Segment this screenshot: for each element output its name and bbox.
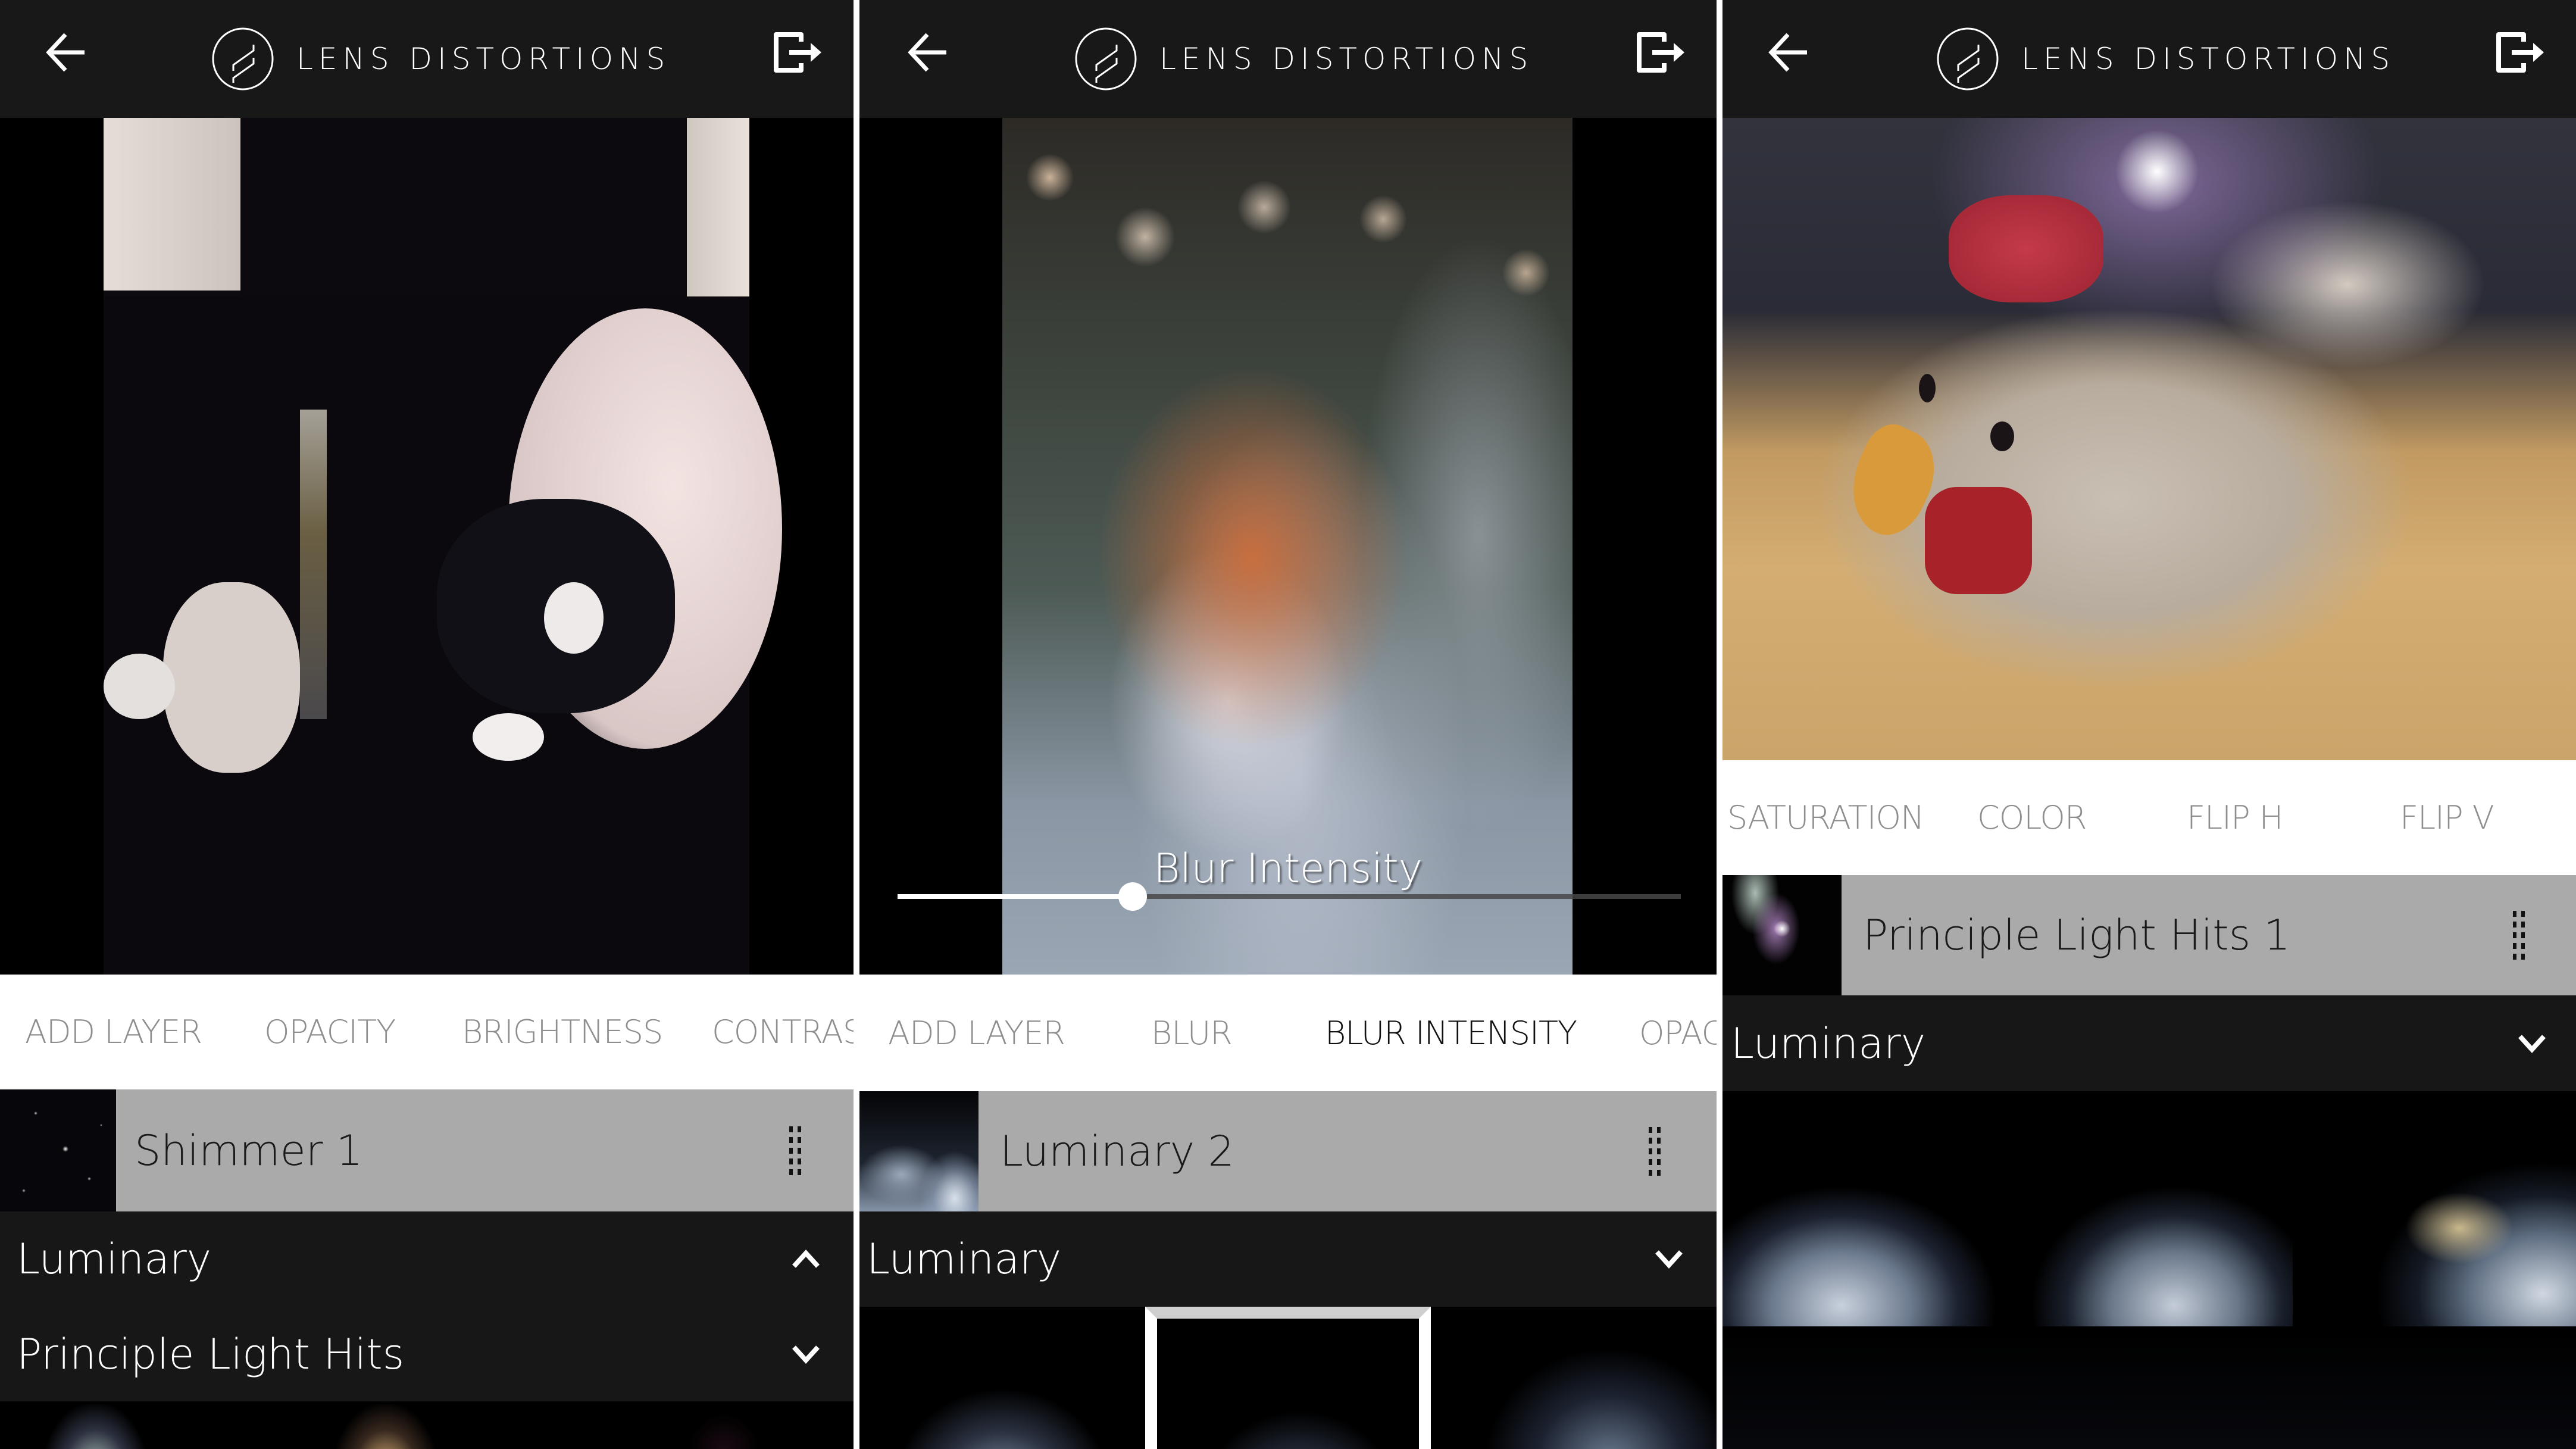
lens-distortions-logo-icon: [1936, 27, 2000, 91]
photo-canvas[interactable]: Blur Intensity: [859, 118, 1717, 975]
layer-name: Luminary 2: [1000, 1127, 1235, 1176]
app-header: LENS DISTORTIONS: [1722, 0, 2576, 118]
adjustment-tabs: SATURATION COLOR FLIP H FLIP V: [1722, 760, 2576, 875]
category-label: Principle Light Hits: [17, 1329, 405, 1379]
tab-add-layer[interactable]: ADD LAYER: [25, 975, 202, 1089]
edited-photo: [1722, 118, 2576, 760]
layer-thumbnail: [859, 1091, 978, 1211]
export-icon[interactable]: [2493, 29, 2546, 76]
back-arrow-icon[interactable]: [904, 29, 951, 76]
tab-opacity[interactable]: OPACITY: [264, 975, 396, 1089]
chevron-up-icon: [790, 1247, 821, 1271]
photo-canvas[interactable]: [0, 118, 854, 975]
effect-thumbnails: [1722, 1091, 2576, 1449]
tab-contrast[interactable]: CONTRAST: [712, 975, 854, 1089]
effect-thumbnail[interactable]: [1722, 1091, 2008, 1326]
blur-intensity-slider[interactable]: [898, 882, 1681, 911]
layer-thumbnail: [0, 1089, 116, 1211]
lens-distortions-logo-icon: [211, 27, 275, 91]
adjustment-tabs: ADD LAYER OPACITY BRIGHTNESS CONTRAST: [0, 975, 854, 1089]
adjustment-tabs: ADD LAYER BLUR BLUR INTENSITY OPACITY: [859, 975, 1717, 1091]
panel-divider: [1717, 0, 1722, 1449]
category-luminary[interactable]: Luminary: [1722, 995, 2576, 1091]
slider-fill: [898, 894, 1133, 899]
tab-brightness[interactable]: BRIGHTNESS: [462, 975, 663, 1089]
effect-thumbnail-row[interactable]: [1722, 1326, 2576, 1449]
slider-label: Blur Intensity: [1153, 845, 1423, 892]
category-label: Luminary: [867, 1235, 1062, 1284]
category-label: Luminary: [17, 1235, 212, 1284]
category-luminary[interactable]: Luminary: [0, 1211, 854, 1307]
app-title: LENS DISTORTIONS: [296, 42, 671, 76]
tab-blur-intensity[interactable]: BLUR INTENSITY: [1325, 975, 1577, 1091]
export-icon[interactable]: [1633, 29, 1687, 76]
back-arrow-icon[interactable]: [42, 29, 89, 76]
category-label: Luminary: [1731, 1019, 1926, 1068]
effect-thumbnail[interactable]: [285, 1401, 569, 1449]
tab-blur[interactable]: BLUR: [1151, 975, 1233, 1091]
layer-row[interactable]: Principle Light Hits 1: [1722, 875, 2576, 995]
tab-saturation[interactable]: SATURATION: [1727, 760, 1924, 875]
tab-add-layer[interactable]: ADD LAYER: [888, 975, 1065, 1091]
layer-name: Shimmer 1: [135, 1126, 363, 1175]
layer-name: Principle Light Hits 1: [1863, 911, 2291, 960]
drag-handle-icon[interactable]: [787, 1125, 805, 1176]
effect-thumbnail[interactable]: [0, 1401, 285, 1449]
layer-row[interactable]: Shimmer 1: [0, 1089, 854, 1211]
app-header: LENS DISTORTIONS: [0, 0, 854, 118]
drag-handle-icon[interactable]: [1646, 1126, 1664, 1177]
effect-thumbnail[interactable]: [569, 1401, 854, 1449]
screen-panel-1: LENS DISTORTIONS ADD LAYER OPACITY BRIGH…: [0, 0, 854, 1449]
screen-panel-3: LENS DISTORTIONS SATURATION COLOR FLIP H…: [1722, 0, 2576, 1449]
export-icon[interactable]: [770, 29, 824, 76]
lens-distortions-logo-icon: [1074, 27, 1138, 91]
drag-handle-icon[interactable]: [2511, 910, 2528, 961]
tab-opacity[interactable]: OPACITY: [1639, 975, 1717, 1091]
effect-thumbnail[interactable]: [859, 1307, 1145, 1449]
app-header: LENS DISTORTIONS: [859, 0, 1717, 118]
app-brand: LENS DISTORTIONS: [211, 0, 670, 118]
effect-thumbnail[interactable]: [2008, 1091, 2293, 1326]
category-principle-light-hits[interactable]: Principle Light Hits: [0, 1307, 854, 1401]
back-arrow-icon[interactable]: [1764, 29, 1812, 76]
app-title: LENS DISTORTIONS: [2021, 42, 2396, 76]
photo-canvas[interactable]: [1722, 118, 2576, 760]
effect-thumbnail-selected[interactable]: [1145, 1307, 1431, 1449]
app-title: LENS DISTORTIONS: [1159, 42, 1534, 76]
tab-flip-v[interactable]: FLIP V: [2400, 760, 2494, 875]
slider-handle[interactable]: [1118, 882, 1147, 911]
tab-flip-h[interactable]: FLIP H: [2187, 760, 2283, 875]
effect-thumbnails: [0, 1401, 854, 1449]
chevron-down-icon: [1653, 1247, 1684, 1271]
effect-thumbnail[interactable]: [2293, 1091, 2576, 1326]
effect-thumbnails: [859, 1307, 1717, 1449]
tab-color[interactable]: COLOR: [1977, 760, 2087, 875]
panel-divider: [854, 0, 859, 1449]
effect-thumbnail[interactable]: [1431, 1307, 1717, 1449]
layer-thumbnail: [1722, 875, 1842, 995]
chevron-down-icon: [2516, 1032, 2547, 1055]
category-luminary[interactable]: Luminary: [859, 1211, 1717, 1307]
layer-row[interactable]: Luminary 2: [859, 1091, 1717, 1211]
app-brand: LENS DISTORTIONS: [1936, 0, 2395, 118]
edited-photo: [104, 118, 782, 975]
chevron-down-icon: [790, 1342, 821, 1366]
screen-panel-2: LENS DISTORTIONS Blur Intensity ADD LAYE…: [859, 0, 1717, 1449]
app-brand: LENS DISTORTIONS: [1074, 0, 1533, 118]
